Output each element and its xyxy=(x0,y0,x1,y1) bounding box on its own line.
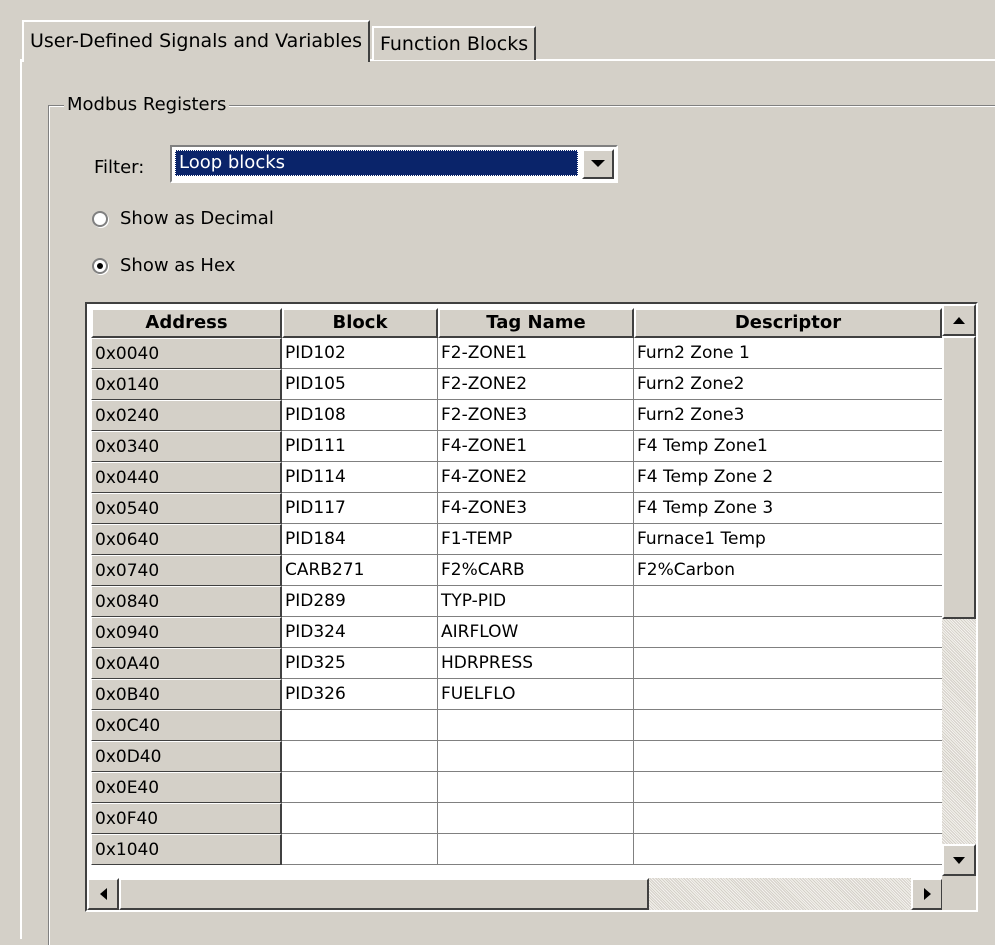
tab-panel xyxy=(20,59,995,939)
tab-user-defined-signals[interactable]: User-Defined Signals and Variables xyxy=(22,20,370,62)
tab-function-blocks[interactable]: Function Blocks xyxy=(372,26,537,60)
